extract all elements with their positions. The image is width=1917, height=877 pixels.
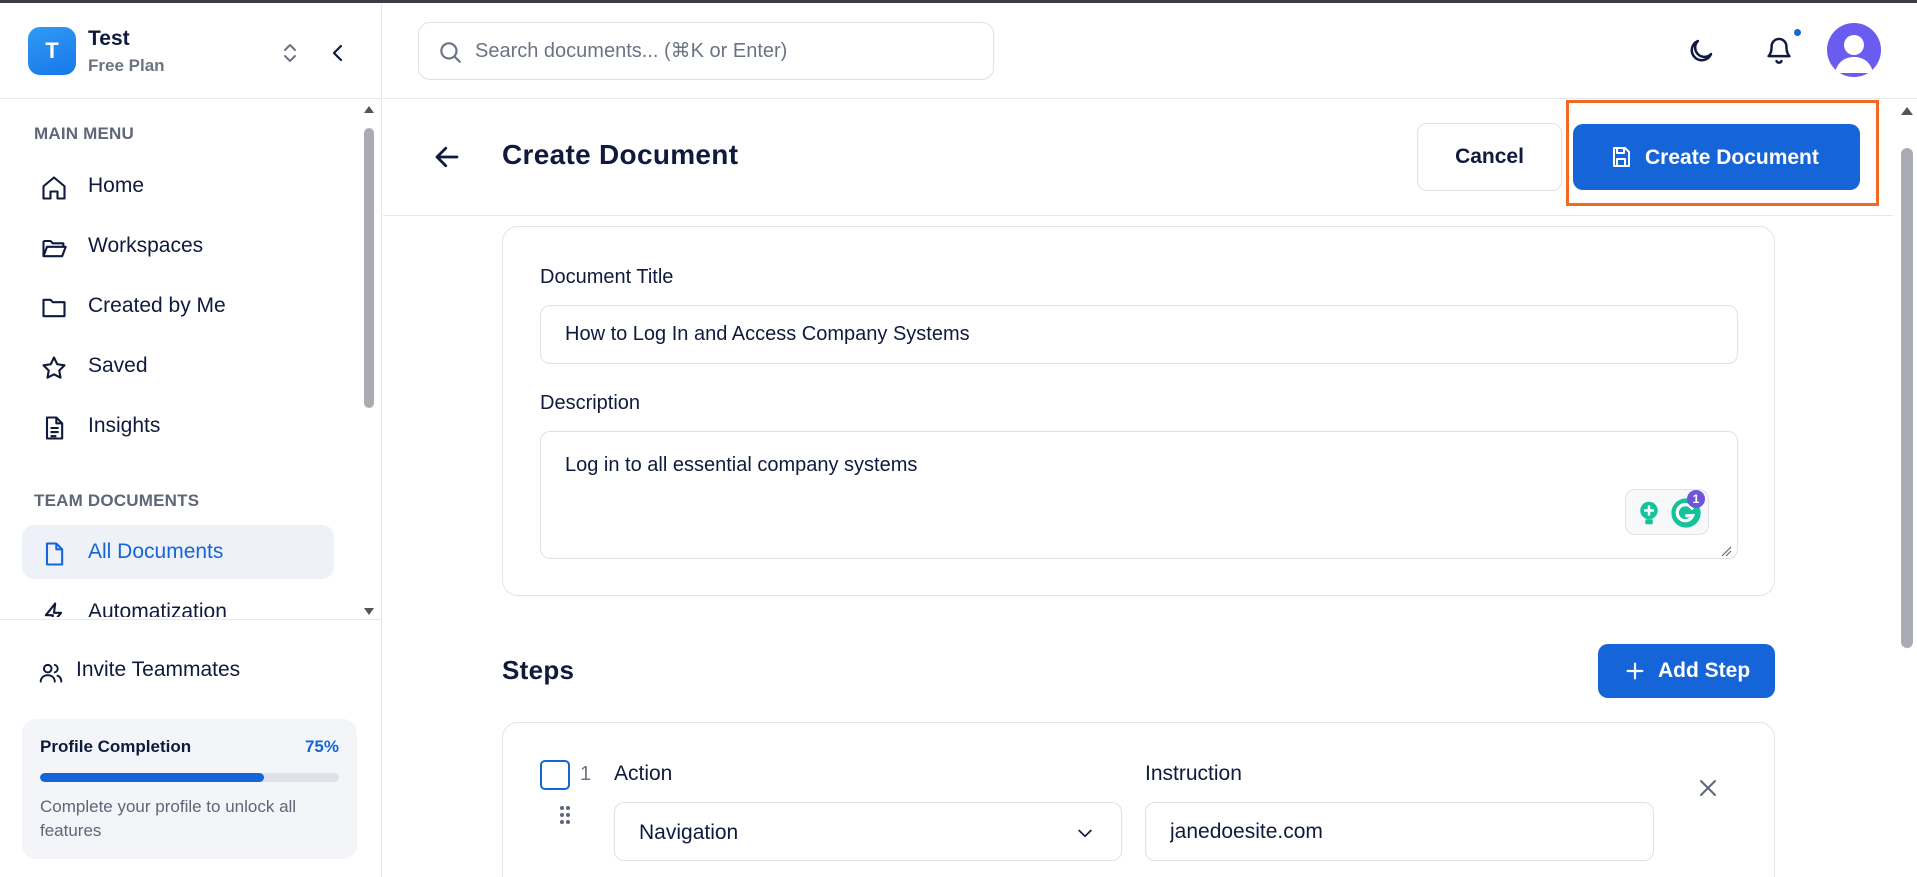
add-step-button[interactable]: Add Step [1598, 644, 1775, 698]
document-lines-icon [45, 416, 64, 440]
home-icon [42, 176, 66, 200]
document-title-label: Document Title [540, 266, 674, 288]
sidebar-item-automatization[interactable]: Automatization [22, 585, 334, 617]
profile-completion-description: Complete your profile to unlock all feat… [40, 797, 297, 840]
user-icon [1835, 35, 1873, 73]
create-document-button[interactable]: Create Document [1573, 124, 1860, 190]
sidebar-item-all-documents[interactable]: All Documents [22, 525, 334, 579]
step-number: 1 [580, 763, 592, 785]
profile-completion-card[interactable]: Profile Completion 75% Complete your pro… [22, 719, 357, 859]
description-textarea[interactable]: Log in to all essential company systems [540, 431, 1738, 559]
action-select[interactable]: Navigation [614, 802, 1122, 861]
search-box[interactable] [418, 22, 994, 80]
folder-open-icon [42, 239, 67, 258]
description-label: Description [540, 392, 641, 414]
profile-progress-bar [40, 773, 339, 782]
save-icon [1613, 147, 1630, 167]
create-document-label: Create Document [1645, 146, 1819, 169]
file-icon [45, 542, 64, 566]
sidebar-item-label: Automatization [88, 600, 227, 617]
resize-handle-icon[interactable] [1720, 545, 1732, 557]
sidebar-item-label: Insights [88, 414, 161, 437]
grammarly-count-badge: 1 [1687, 490, 1705, 508]
action-select-value: Navigation [639, 821, 739, 844]
sidebar-item-label: All Documents [88, 540, 224, 563]
close-icon[interactable] [1696, 776, 1720, 800]
step-checkbox[interactable] [540, 760, 570, 790]
instruction-label: Instruction [1145, 762, 1242, 785]
sidebar-item-label: Home [88, 174, 145, 197]
lightning-icon [44, 602, 63, 617]
org-name: Test [88, 27, 130, 50]
page-title: Create Document [502, 139, 739, 170]
sidebar: T Test Free Plan MAIN MENU Home Workspac… [0, 3, 382, 877]
invite-teammates-link[interactable]: Invite Teammates [76, 658, 240, 682]
main-menu-label: MAIN MENU [34, 124, 135, 143]
profile-progress-fill [40, 773, 265, 782]
bell-icon[interactable] [1764, 34, 1794, 66]
lightbulb-icon [1640, 501, 1658, 525]
star-icon [42, 356, 66, 379]
chevron-down-icon [1078, 829, 1092, 838]
document-title-input[interactable] [540, 305, 1738, 364]
sidebar-item-created-by-me[interactable]: Created by Me [22, 279, 334, 333]
team-documents-label: TEAM DOCUMENTS [34, 491, 200, 510]
sidebar-item-label: Workspaces [88, 234, 204, 257]
search-icon [440, 42, 461, 63]
instruction-input[interactable] [1145, 802, 1654, 861]
sidebar-item-insights[interactable]: Insights [22, 399, 334, 453]
sidebar-item-workspaces[interactable]: Workspaces [22, 219, 334, 273]
sidebar-item-saved[interactable]: Saved [22, 339, 334, 393]
sidebar-scroll-thumb[interactable] [364, 128, 374, 408]
back-arrow-icon[interactable] [432, 142, 462, 172]
action-label: Action [614, 762, 673, 785]
org-switcher[interactable]: T Test Free Plan [0, 3, 382, 99]
users-icon [39, 663, 63, 683]
org-plan: Free Plan [88, 56, 165, 75]
profile-completion-title: Profile Completion [40, 737, 192, 756]
chevron-left-icon[interactable] [326, 41, 350, 65]
notification-badge [1792, 27, 1803, 38]
moon-icon[interactable] [1686, 36, 1716, 66]
chevron-up-down-icon[interactable] [278, 41, 302, 65]
sidebar-item-home[interactable]: Home [22, 159, 334, 213]
main-scroll-thumb[interactable] [1901, 148, 1913, 648]
sidebar-item-label: Created by Me [88, 294, 226, 317]
folder-icon [42, 298, 66, 318]
profile-completion-percent: 75% [304, 737, 339, 756]
steps-title: Steps [502, 655, 575, 685]
plus-icon [1626, 662, 1644, 680]
sidebar-item-label: Saved [88, 354, 148, 377]
org-logo: T [28, 27, 76, 75]
add-step-label: Add Step [1658, 659, 1751, 682]
search-input[interactable] [475, 33, 975, 69]
drag-handle-icon[interactable] [558, 804, 572, 826]
avatar[interactable] [1827, 23, 1881, 77]
cancel-button[interactable]: Cancel [1417, 123, 1562, 191]
